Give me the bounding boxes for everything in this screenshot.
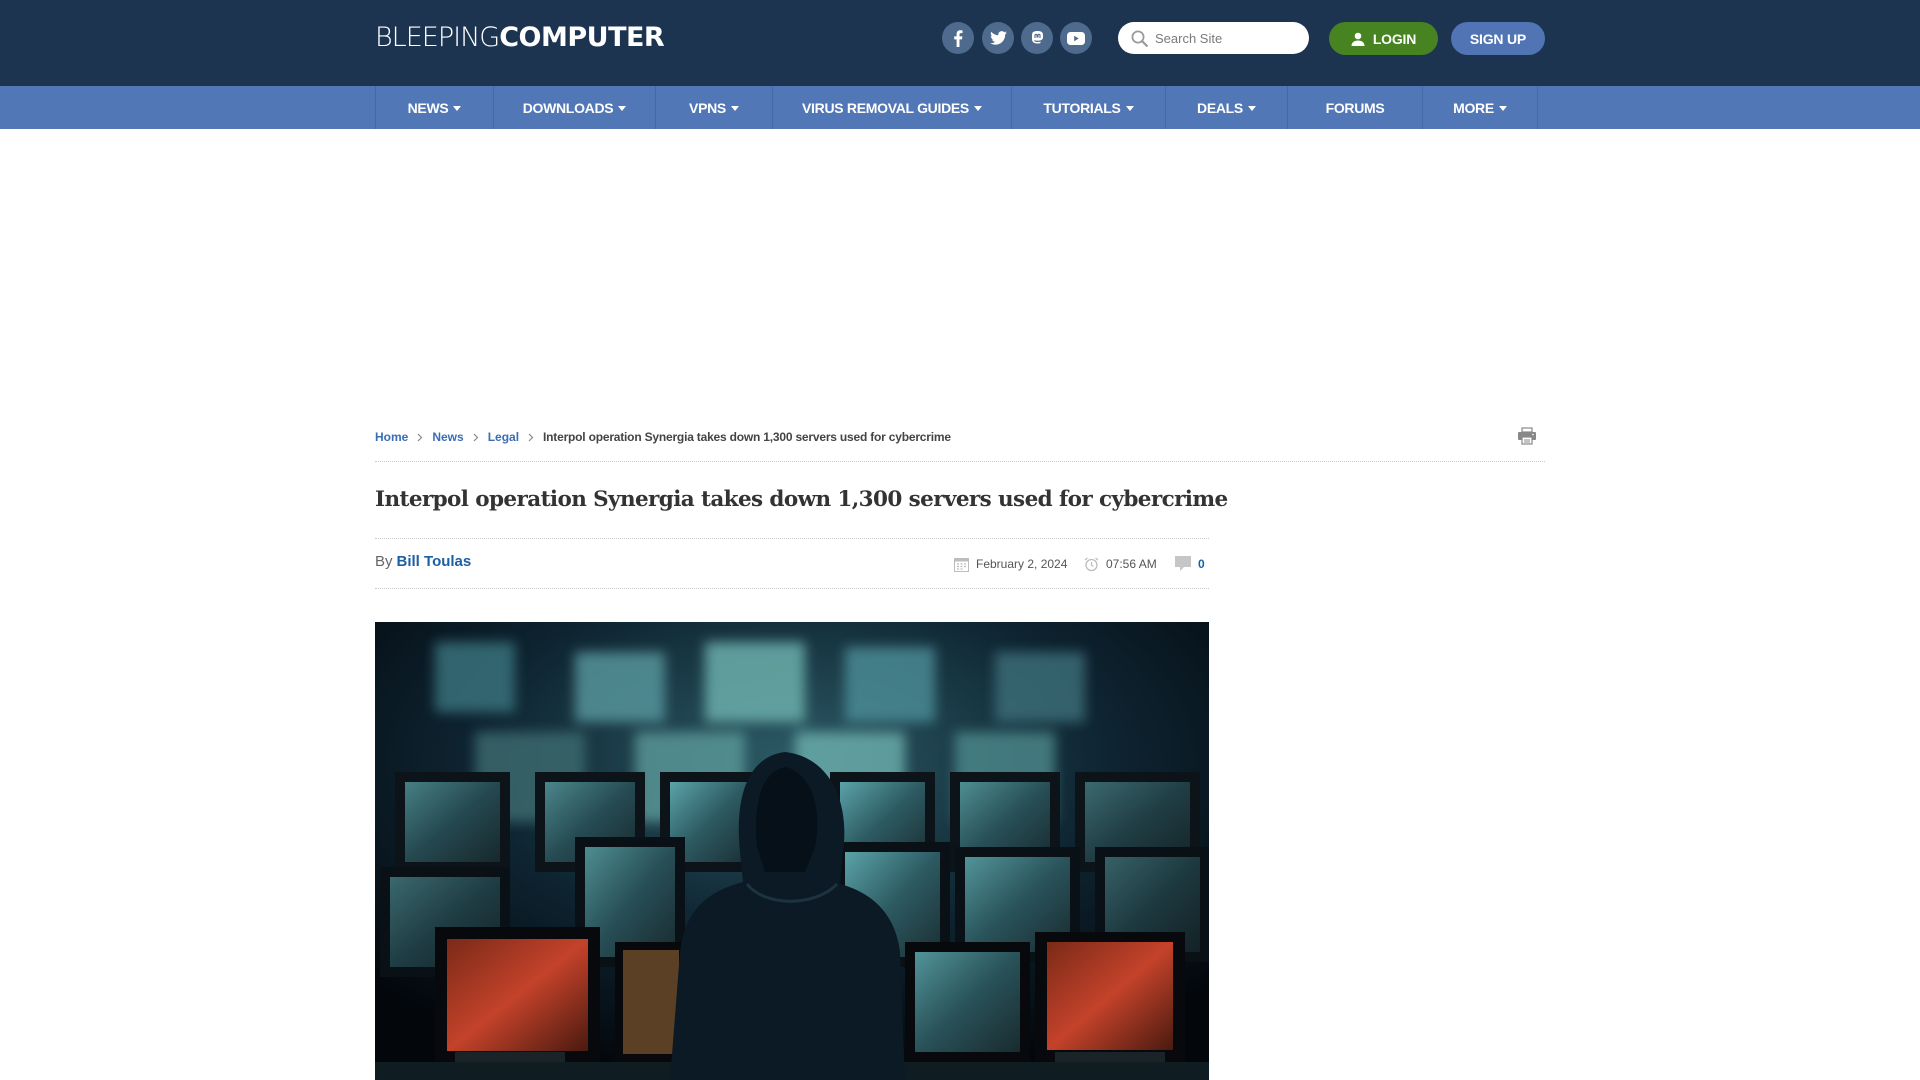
caret-down-icon xyxy=(1125,105,1134,111)
nav-item-tutorials[interactable]: TUTORIALS xyxy=(1011,86,1165,129)
nav-item-vpns[interactable]: VPNS xyxy=(655,86,772,129)
article-title: Interpol operation Synergia takes down 1… xyxy=(375,487,1228,512)
nav-item-more[interactable]: MORE xyxy=(1422,86,1537,129)
facebook-button[interactable] xyxy=(942,22,974,54)
caret-down-icon xyxy=(730,105,739,111)
print-button[interactable] xyxy=(1517,427,1537,445)
nav-divider xyxy=(1537,86,1538,129)
nav-label: VIRUS REMOVAL GUIDES xyxy=(802,99,969,116)
breadcrumb-news[interactable]: News xyxy=(432,430,463,444)
mastodon-icon xyxy=(1031,31,1043,44)
nav-item-news[interactable]: NEWS xyxy=(375,86,493,129)
mastodon-button[interactable] xyxy=(1021,22,1053,54)
chevron-right-icon xyxy=(528,433,534,442)
youtube-icon xyxy=(1067,31,1085,45)
caret-down-icon xyxy=(1247,105,1256,111)
logo-text-light: BLEEPING xyxy=(375,22,500,53)
caret-down-icon xyxy=(973,105,982,111)
nav-item-deals[interactable]: DEALS xyxy=(1165,86,1287,129)
facebook-icon xyxy=(954,29,963,47)
login-label: LOGIN xyxy=(1372,30,1417,47)
breadcrumb-current: Interpol operation Synergia takes down 1… xyxy=(543,430,951,444)
author-link[interactable]: Bill Toulas xyxy=(397,553,472,570)
search-icon xyxy=(1131,30,1148,47)
nav-item-forums[interactable]: FORUMS xyxy=(1287,86,1422,129)
caret-down-icon xyxy=(1498,105,1507,111)
comment-icon xyxy=(1175,556,1191,571)
search-input[interactable] xyxy=(1155,30,1295,46)
comments-link[interactable]: 0 xyxy=(1175,555,1205,573)
search-box[interactable] xyxy=(1118,22,1309,54)
breadcrumb-legal[interactable]: Legal xyxy=(488,430,519,444)
divider xyxy=(375,538,1209,539)
twitter-icon xyxy=(989,31,1007,45)
nav-label: DOWNLOADS xyxy=(522,99,614,116)
breadcrumb-home[interactable]: Home xyxy=(375,430,408,444)
youtube-button[interactable] xyxy=(1060,22,1092,54)
nav-label: TUTORIALS xyxy=(1043,99,1121,116)
signup-label: SIGN UP xyxy=(1469,30,1527,47)
main-nav: NEWS DOWNLOADS VPNS VIRUS REMOVAL GUIDES… xyxy=(0,86,1920,129)
nav-label: VPNS xyxy=(689,99,726,116)
user-icon xyxy=(1351,32,1365,46)
divider xyxy=(375,461,1545,462)
article-hero-image xyxy=(375,622,1209,1080)
twitter-button[interactable] xyxy=(982,22,1014,54)
publish-time: 07:56 AM xyxy=(1084,555,1157,573)
caret-down-icon xyxy=(618,105,627,111)
calendar-icon xyxy=(954,557,969,572)
comment-count: 0 xyxy=(1198,557,1205,571)
logo-text-bold: COMPUTER xyxy=(499,22,665,53)
site-header: BLEEPINGCOMPUTER LOGIN SIGN UP xyxy=(0,0,1920,86)
login-button[interactable]: LOGIN xyxy=(1329,22,1438,55)
nav-item-virus-removal-guides[interactable]: VIRUS REMOVAL GUIDES xyxy=(772,86,1011,129)
time-text: 07:56 AM xyxy=(1106,557,1157,571)
by-label: By xyxy=(375,553,393,570)
caret-down-icon xyxy=(453,105,462,111)
nav-label: DEALS xyxy=(1197,99,1243,116)
clock-icon xyxy=(1084,556,1099,571)
site-logo[interactable]: BLEEPINGCOMPUTER xyxy=(375,22,665,53)
chevron-right-icon xyxy=(473,433,479,442)
nav-item-downloads[interactable]: DOWNLOADS xyxy=(493,86,655,129)
printer-icon xyxy=(1518,427,1536,445)
publish-date: February 2, 2024 xyxy=(954,555,1067,573)
divider xyxy=(375,588,1209,589)
breadcrumb: Home News Legal Interpol operation Syner… xyxy=(375,429,951,445)
signup-button[interactable]: SIGN UP xyxy=(1451,22,1545,55)
nav-label: FORUMS xyxy=(1325,99,1385,116)
nav-label: NEWS xyxy=(407,99,449,116)
nav-label: MORE xyxy=(1453,99,1494,116)
chevron-right-icon xyxy=(417,433,423,442)
byline: By Bill Toulas xyxy=(375,553,471,570)
date-text: February 2, 2024 xyxy=(976,557,1068,571)
